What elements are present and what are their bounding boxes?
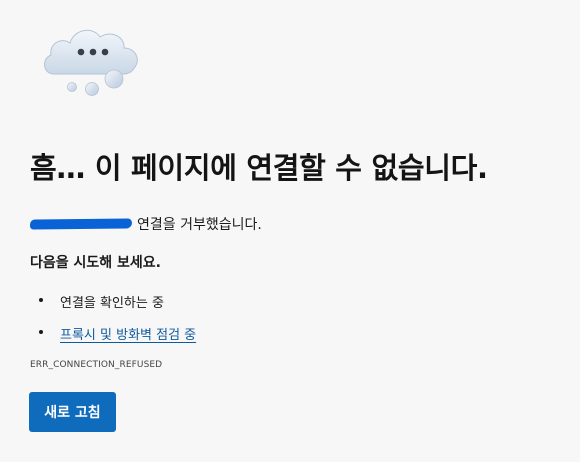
suggestion-check-connection: 연결을 확인하는 중 [30,285,196,317]
refused-message-line: 연결을 거부했습니다. [29,212,262,236]
error-headline: 흠… 이 페이지에 연결할 수 없습니다. [30,151,488,185]
bullet-icon [39,298,43,302]
error-page: 흠… 이 페이지에 연결할 수 없습니다. 연결을 거부했습니다. 다음을 시도… [0,0,580,462]
error-code: ERR_CONNECTION_REFUSED [30,360,163,370]
suggestion-label: 연결을 확인하는 중 [60,295,164,311]
suggestion-list: 연결을 확인하는 중 프록시 및 방화벽 점검 중 [30,285,196,349]
cloud-with-dots-icon [44,29,138,96]
bullet-icon [39,330,43,334]
suggestion-title: 다음을 시도해 보세요. [30,255,161,271]
refresh-button[interactable]: 새로 고침 [29,392,116,432]
redacted-host-mark [29,218,133,230]
proxy-firewall-link[interactable]: 프록시 및 방화벽 점검 중 [60,324,196,343]
refused-message: 연결을 거부했습니다. [137,217,262,233]
suggestion-check-proxy-firewall: 프록시 및 방화벽 점검 중 [30,317,196,349]
